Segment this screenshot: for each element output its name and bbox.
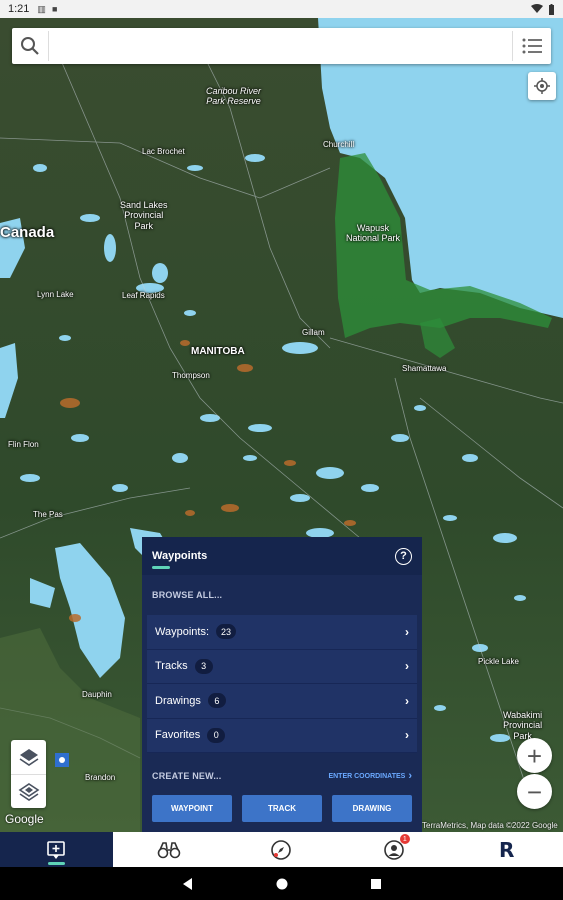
browse-list: Waypoints: 23 › Tracks 3 › Drawings 6 › … (147, 615, 417, 753)
google-logo: Google (5, 812, 44, 826)
recents-icon[interactable] (369, 877, 383, 891)
map-label-thompson: Thompson (172, 371, 210, 380)
chevron-right-icon: › (405, 624, 409, 639)
map-layers-button[interactable] (11, 740, 46, 774)
box-icon: ■ (51, 4, 58, 14)
my-location-button[interactable] (528, 72, 556, 100)
row-label: Favorites (155, 729, 201, 742)
back-icon[interactable] (181, 877, 195, 891)
layer-controls (11, 740, 46, 808)
browse-all-label: BROWSE ALL... (152, 590, 223, 600)
create-drawing-button[interactable]: DRAWING (332, 795, 412, 822)
system-nav-bar (0, 867, 563, 900)
map-label-wabakimi: Wabakimi Provincial Park (503, 710, 543, 741)
status-bar: 1:21 ▥ ■ (0, 0, 563, 18)
chevron-right-icon: › (405, 659, 409, 674)
zoom-in-button[interactable]: + (517, 738, 552, 773)
compass-icon (271, 839, 292, 860)
notification-icon: ▥ (37, 3, 46, 14)
notification-badge: 1 (399, 834, 410, 844)
map-label-wapusk: Wapusk National Park (346, 223, 401, 244)
home-icon[interactable] (275, 877, 289, 891)
create-waypoint-button[interactable]: WAYPOINT (152, 795, 232, 822)
active-tab-indicator (48, 862, 65, 865)
zoom-out-button[interactable]: − (517, 774, 552, 809)
count-badge: 23 (216, 624, 237, 640)
enter-coordinates-link[interactable]: ENTER COORDINATES › (328, 770, 412, 782)
browse-row-tracks[interactable]: Tracks 3 › (147, 649, 417, 684)
count-badge: 6 (207, 693, 226, 709)
bottom-nav: 1 R (0, 832, 563, 867)
chevron-right-icon: › (405, 728, 409, 743)
create-buttons: WAYPOINT TRACK DRAWING (142, 795, 422, 822)
nav-compass-tab[interactable] (225, 832, 338, 867)
binoculars-icon (157, 841, 181, 858)
search-bar (12, 28, 551, 64)
count-badge: 3 (194, 658, 213, 674)
panel-title: Waypoints (152, 550, 208, 562)
crosshair-icon (534, 78, 550, 94)
map-label-caribou: Caribou River Park Reserve (206, 86, 262, 107)
search-input[interactable] (48, 31, 513, 61)
map-label-pickle-lake: Pickle Lake (478, 657, 519, 666)
map-label-the-pas: The Pas (33, 510, 63, 519)
waypoints-panel: Waypoints ? BROWSE ALL... Waypoints: 23 … (142, 537, 422, 832)
map-label-churchill: Churchill (323, 140, 355, 149)
row-label: Tracks (155, 660, 188, 673)
row-label: Waypoints: (155, 625, 210, 638)
list-view-button[interactable] (513, 28, 551, 64)
nav-waypoints-tab[interactable] (0, 832, 113, 867)
map-label-lac-brochet: Lac Brochet (142, 147, 185, 156)
search-icon (21, 37, 39, 55)
screen: 1:21 ▥ ■ Caribou River Park Reserve Chur… (0, 0, 563, 900)
map-label-flin-flon: Flin Flon (8, 440, 39, 449)
search-button[interactable] (12, 28, 48, 64)
row-label: Drawings (155, 694, 201, 707)
chevron-right-icon: › (408, 770, 412, 782)
map-attribution: TerraMetrics, Map data ©2022 Google (422, 821, 558, 830)
add-waypoint-icon (47, 840, 66, 859)
nav-profile-tab[interactable]: 1 (338, 832, 451, 867)
layers-outline-icon (18, 782, 39, 801)
map-label-dauphin: Dauphin (82, 690, 112, 699)
browse-row-waypoints[interactable]: Waypoints: 23 › (147, 615, 417, 650)
map-label-sand-lakes: Sand Lakes Provincial Park (120, 200, 168, 231)
create-track-button[interactable]: TRACK (242, 795, 322, 822)
battery-icon (549, 3, 554, 15)
map-label-gillam: Gillam (302, 328, 325, 337)
chevron-right-icon: › (405, 693, 409, 708)
nav-brand-tab[interactable]: R (450, 832, 563, 867)
map-label-canada: Canada (0, 224, 55, 241)
nav-binoculars-tab[interactable] (113, 832, 226, 867)
map-label-leaf-rapids: Leaf Rapids (122, 291, 165, 300)
wifi-icon (531, 4, 543, 13)
create-row: CREATE NEW... ENTER COORDINATES › (142, 757, 422, 795)
panel-body: BROWSE ALL... Waypoints: 23 › Tracks 3 ›… (142, 575, 422, 832)
panel-header: Waypoints ? (142, 537, 422, 575)
checklist-icon (522, 38, 542, 54)
help-icon[interactable]: ? (395, 547, 412, 565)
map-label-brandon: Brandon (85, 773, 116, 782)
browse-row-favorites[interactable]: Favorites 0 › (147, 718, 417, 753)
brand-logo-icon: R (498, 837, 515, 862)
enter-coordinates-label: ENTER COORDINATES (328, 772, 406, 780)
map-label-lynn-lake: Lynn Lake (37, 290, 74, 299)
overlay-layers-button[interactable] (11, 774, 46, 808)
count-badge: 0 (207, 727, 226, 743)
create-new-label: CREATE NEW... (152, 771, 222, 781)
status-right (531, 3, 555, 15)
status-time: 1:21 (8, 3, 30, 15)
map-label-manitoba: MANITOBA (191, 346, 245, 357)
panel-title-underline (152, 566, 170, 569)
map-label-shamattawa: Shamattawa (402, 364, 447, 373)
browse-row-drawings[interactable]: Drawings 6 › (147, 684, 417, 719)
layers-icon (19, 749, 38, 766)
